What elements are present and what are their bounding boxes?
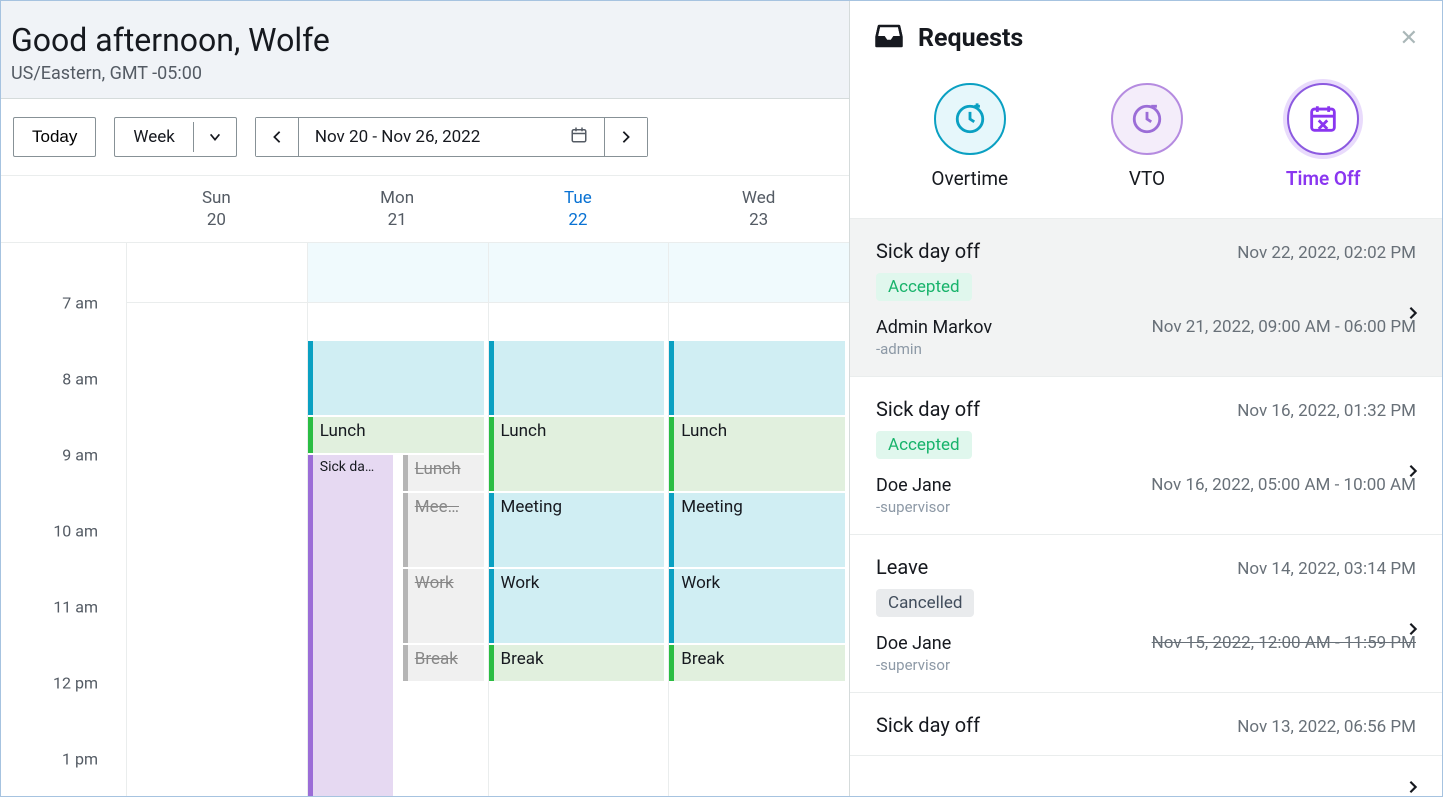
allday-slot[interactable] [308,243,488,303]
request-type-overtime[interactable]: Overtime [931,83,1008,190]
day-column[interactable] [126,243,307,796]
main-area: Good afternoon, Wolfe US/Eastern, GMT -0… [1,1,849,796]
time-label: 1 pm [62,750,98,769]
view-label: Week [115,119,192,155]
date-range-label: Nov 20 - Nov 26, 2022 [315,127,480,147]
time-label: 11 am [53,598,98,617]
calendar-event[interactable]: Break [489,645,665,681]
request-range: Nov 15, 2022, 12:00 AM - 11:59 PM [1152,633,1416,674]
day-header[interactable]: Tue22 [488,176,669,242]
request-timestamp: Nov 14, 2022, 03:14 PM [1237,559,1416,579]
toolbar: Today Week Nov 20 - Nov 26, 2022 [1,99,849,176]
calendar-event[interactable]: Break [669,645,845,681]
request-item[interactable]: Sick day off Nov 16, 2022, 01:32 PM Acce… [850,377,1442,535]
chevron-right-icon [1406,301,1420,326]
status-badge: Accepted [876,273,972,301]
request-person: Doe Jane [876,633,951,654]
calendar: Sun20Mon21Tue22Wed23 7 am 8 am 9 am 10 am 11… [1,176,849,796]
request-item[interactable]: Sick day off Nov 13, 2022, 06:56 PM [850,693,1442,756]
overtime-icon [934,83,1006,155]
request-title: Leave [876,555,928,579]
chevron-right-icon [1406,775,1420,796]
view-dropdown[interactable]: Week [114,117,236,157]
request-type-vto[interactable]: VTO [1111,83,1183,190]
calendar-event[interactable] [308,341,484,415]
request-types: Overtime VTO Time Off [850,67,1442,219]
today-button[interactable]: Today [13,117,96,157]
request-timestamp: Nov 13, 2022, 06:56 PM [1237,717,1416,737]
request-person: Admin Markov [876,317,992,338]
calendar-icon [570,126,588,148]
calendar-event[interactable]: Lunch [489,417,665,491]
request-item[interactable]: Leave Nov 14, 2022, 03:14 PM Cancelled D… [850,535,1442,693]
calendar-event[interactable]: Sick da… [308,455,393,796]
request-title: Sick day off [876,239,980,263]
calendar-event[interactable]: Meeting [489,493,665,567]
time-label: 10 am [53,522,98,541]
calendar-event[interactable]: Work [669,569,845,643]
calendar-event[interactable]: Work [403,569,484,643]
calendar-event[interactable]: Mee… [403,493,484,567]
day-column[interactable]: LunchSick da…LunchMee…WorkBreak [307,243,488,796]
day-header[interactable]: Wed23 [668,176,849,242]
requests-list[interactable]: Sick day off Nov 22, 2022, 02:02 PM Acce… [850,219,1442,796]
chevron-down-icon[interactable] [193,122,236,152]
time-label: 8 am [62,370,98,389]
calendar-event[interactable]: Break [403,645,484,681]
requests-panel: Requests ✕ Overtime VTO Time Off [849,1,1442,796]
day-header[interactable]: Sun20 [126,176,307,242]
time-label: 12 pm [53,674,98,693]
calendar-event[interactable]: Lunch [403,455,484,491]
calendar-event[interactable]: Meeting [669,493,845,567]
request-timestamp: Nov 16, 2022, 01:32 PM [1237,401,1416,421]
chevron-right-icon [1406,617,1420,642]
timeoff-label: Time Off [1286,167,1361,190]
request-role: -admin [876,340,992,358]
header: Good afternoon, Wolfe US/Eastern, GMT -0… [1,1,849,99]
next-button[interactable] [604,118,647,156]
allday-slot[interactable] [489,243,669,303]
panel-title: Requests [918,24,1023,53]
vto-label: VTO [1129,167,1165,190]
close-icon[interactable]: ✕ [1400,26,1418,51]
calendar-event[interactable]: Work [489,569,665,643]
status-badge: Cancelled [876,589,974,617]
allday-slot[interactable] [127,243,307,303]
allday-slot[interactable] [669,243,849,303]
day-headers: Sun20Mon21Tue22Wed23 [1,176,849,243]
status-badge: Accepted [876,431,972,459]
request-item[interactable]: Sick day off Nov 22, 2022, 02:02 PM Acce… [850,219,1442,377]
day-column[interactable]: LunchMeetingWorkBreak [488,243,669,796]
day-header[interactable]: Mon21 [307,176,488,242]
request-title: Sick day off [876,713,980,737]
date-navigator: Nov 20 - Nov 26, 2022 [255,117,648,157]
request-person: Doe Jane [876,475,951,496]
overtime-label: Overtime [931,167,1008,190]
request-role: -supervisor [876,656,951,674]
request-title: Sick day off [876,397,980,421]
timeoff-icon [1287,83,1359,155]
chevron-right-icon [1406,459,1420,484]
timezone: US/Eastern, GMT -05:00 [11,63,839,84]
calendar-grid[interactable]: 7 am8 am9 am10 am11 am12 pm1 pm LunchSic… [1,243,849,796]
request-role: -supervisor [876,498,951,516]
panel-header: Requests ✕ [850,1,1442,67]
request-timestamp: Nov 22, 2022, 02:02 PM [1237,243,1416,263]
calendar-event[interactable]: Lunch [308,417,484,453]
time-label: 9 am [62,446,98,465]
date-range[interactable]: Nov 20 - Nov 26, 2022 [299,118,604,156]
request-range: Nov 21, 2022, 09:00 AM - 06:00 PM [1152,317,1416,358]
time-label: 7 am [62,294,98,313]
calendar-event[interactable] [489,341,665,415]
calendar-event[interactable]: Lunch [669,417,845,491]
day-column[interactable]: LunchMeetingWorkBreak [668,243,849,796]
prev-button[interactable] [256,118,299,156]
greeting: Good afternoon, Wolfe [11,21,839,59]
inbox-icon [874,21,904,55]
request-type-timeoff[interactable]: Time Off [1286,83,1361,190]
request-range: Nov 16, 2022, 05:00 AM - 10:00 AM [1151,475,1416,516]
calendar-event[interactable] [669,341,845,415]
vto-icon [1111,83,1183,155]
